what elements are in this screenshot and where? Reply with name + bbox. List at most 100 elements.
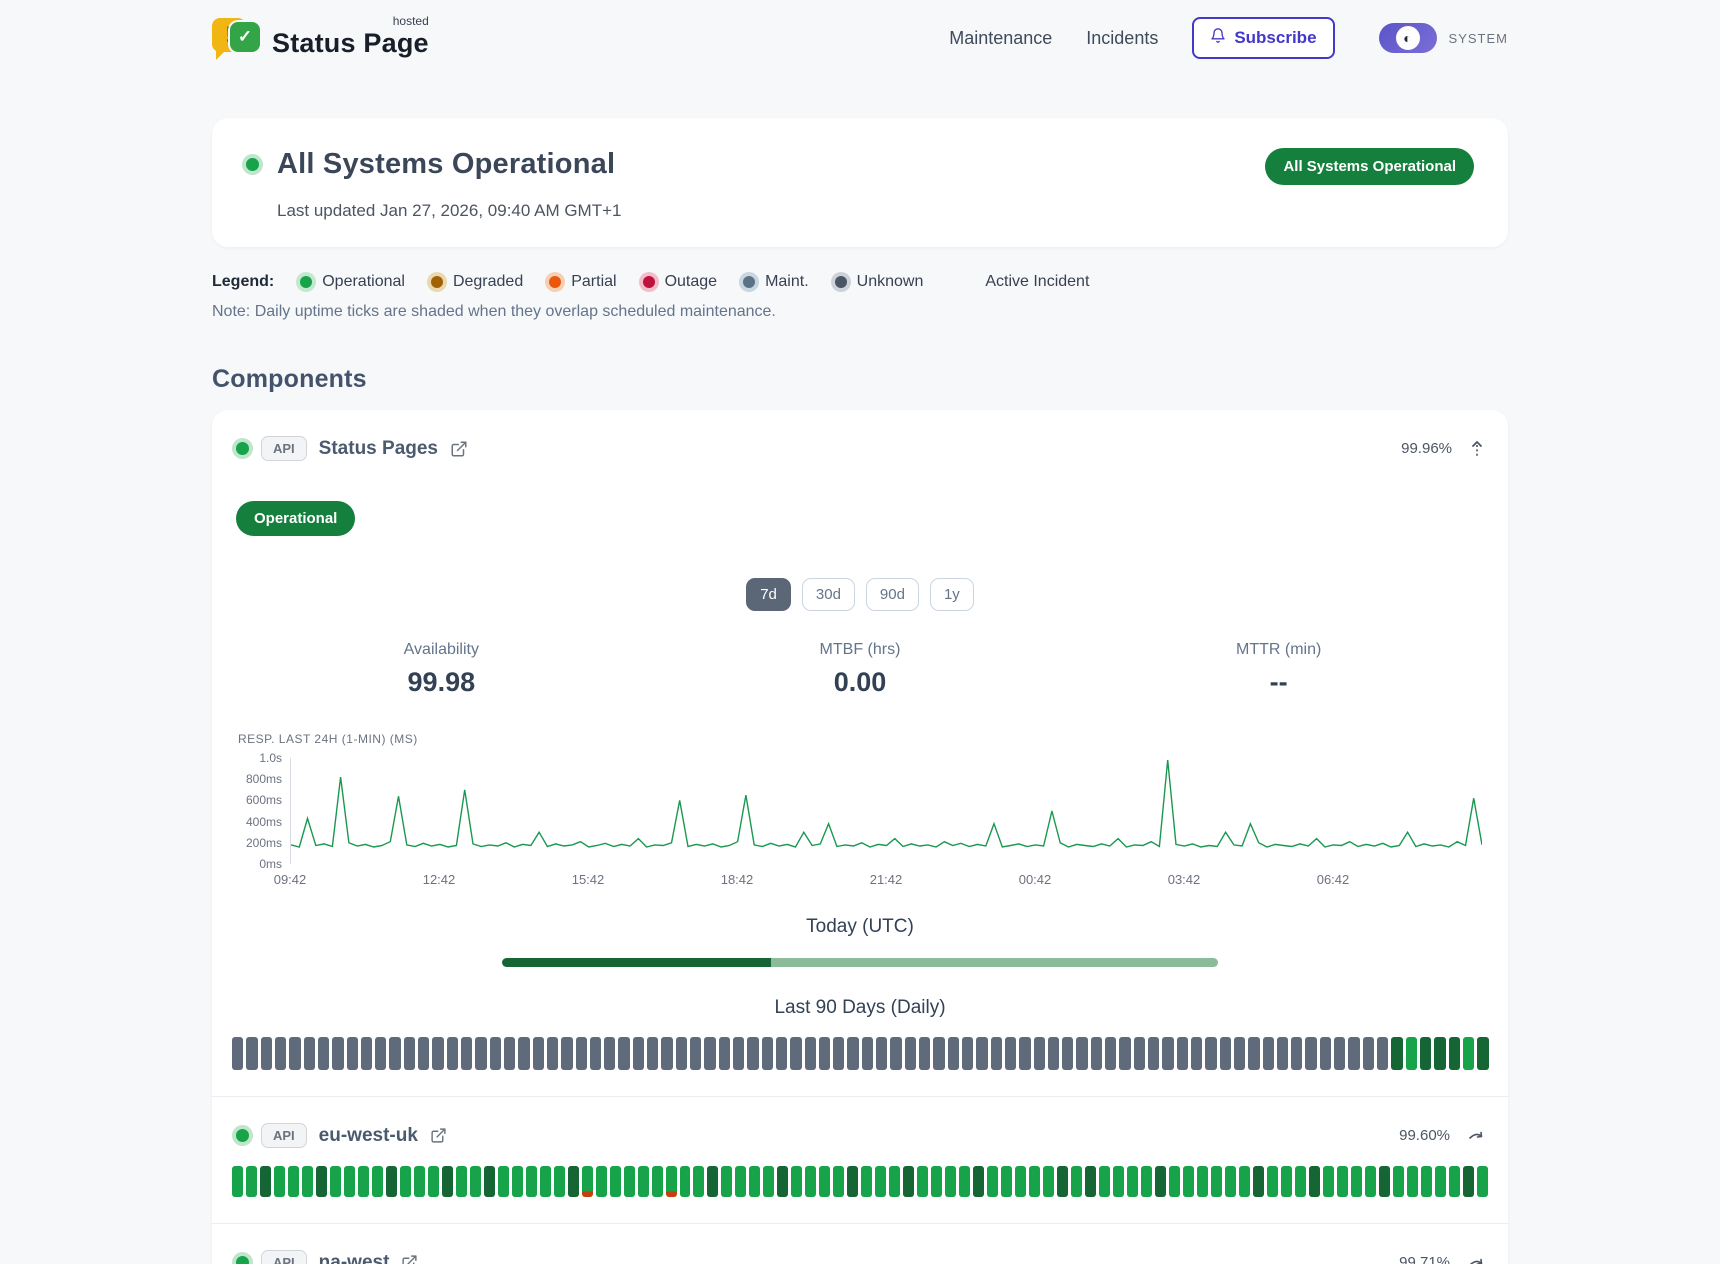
nav-incidents[interactable]: Incidents (1086, 28, 1158, 49)
uptime-tick[interactable] (540, 1166, 551, 1197)
range-button-90d[interactable]: 90d (866, 578, 919, 611)
uptime-tick[interactable] (833, 1166, 844, 1197)
uptime-tick[interactable] (1320, 1037, 1331, 1070)
uptime-tick[interactable] (805, 1037, 816, 1070)
uptime-tick[interactable] (498, 1166, 509, 1197)
uptime-tick[interactable] (456, 1166, 467, 1197)
uptime-tick[interactable] (1449, 1037, 1460, 1070)
uptime-tick[interactable] (819, 1037, 830, 1070)
uptime-tick[interactable] (490, 1037, 501, 1070)
uptime-tick[interactable] (1141, 1166, 1152, 1197)
uptime-tick[interactable] (1263, 1037, 1274, 1070)
uptime-tick[interactable] (347, 1037, 358, 1070)
uptime-tick[interactable] (1291, 1037, 1302, 1070)
uptime-tick[interactable] (847, 1037, 858, 1070)
collapse-arrow-icon[interactable] (1470, 440, 1484, 458)
uptime-tick[interactable] (805, 1166, 816, 1197)
uptime-tick[interactable] (1071, 1166, 1082, 1197)
uptime-tick[interactable] (638, 1166, 649, 1197)
uptime-tick[interactable] (372, 1166, 383, 1197)
uptime-tick[interactable] (512, 1166, 523, 1197)
uptime-tick[interactable] (819, 1166, 830, 1197)
uptime-tick[interactable] (504, 1037, 515, 1070)
uptime-tick[interactable] (330, 1166, 341, 1197)
uptime-tick[interactable] (1177, 1037, 1188, 1070)
uptime-tick[interactable] (666, 1166, 677, 1197)
uptime-tick[interactable] (919, 1037, 930, 1070)
uptime-tick[interactable] (719, 1037, 730, 1070)
uptime-tick[interactable] (1334, 1037, 1345, 1070)
uptime-tick[interactable] (274, 1166, 285, 1197)
uptime-tick[interactable] (791, 1166, 802, 1197)
uptime-tick[interactable] (1295, 1166, 1306, 1197)
uptime-tick[interactable] (432, 1037, 443, 1070)
uptime-tick[interactable] (1421, 1166, 1432, 1197)
uptime-tick[interactable] (733, 1037, 744, 1070)
uptime-tick[interactable] (624, 1166, 635, 1197)
uptime-tick[interactable] (790, 1037, 801, 1070)
uptime-tick[interactable] (1234, 1037, 1245, 1070)
uptime-tick[interactable] (582, 1166, 593, 1197)
nav-maintenance[interactable]: Maintenance (949, 28, 1052, 49)
uptime-tick[interactable] (875, 1166, 886, 1197)
uptime-tick[interactable] (1191, 1037, 1202, 1070)
uptime-tick[interactable] (1148, 1037, 1159, 1070)
uptime-tick[interactable] (554, 1166, 565, 1197)
uptime-tick[interactable] (917, 1166, 928, 1197)
uptime-tick[interactable] (470, 1166, 481, 1197)
uptime-tick[interactable] (404, 1037, 415, 1070)
uptime-tick[interactable] (1449, 1166, 1460, 1197)
uptime-tick[interactable] (1085, 1166, 1096, 1197)
external-link-icon[interactable] (450, 440, 468, 458)
uptime-tick[interactable] (358, 1166, 369, 1197)
uptime-tick[interactable] (1351, 1166, 1362, 1197)
uptime-tick[interactable] (1162, 1037, 1173, 1070)
uptime-tick[interactable] (690, 1037, 701, 1070)
uptime-tick[interactable] (1062, 1037, 1073, 1070)
uptime-tick[interactable] (246, 1037, 257, 1070)
uptime-tick[interactable] (948, 1037, 959, 1070)
external-link-icon[interactable] (401, 1254, 418, 1264)
uptime-tick[interactable] (931, 1166, 942, 1197)
uptime-tick[interactable] (704, 1037, 715, 1070)
uptime-tick[interactable] (518, 1037, 529, 1070)
uptime-tick[interactable] (1113, 1166, 1124, 1197)
uptime-tick[interactable] (1407, 1166, 1418, 1197)
uptime-tick[interactable] (1365, 1166, 1376, 1197)
uptime-tick[interactable] (1005, 1037, 1016, 1070)
uptime-ticks-eu-west-uk[interactable] (232, 1166, 1488, 1197)
uptime-tick[interactable] (1043, 1166, 1054, 1197)
uptime-tick[interactable] (661, 1037, 672, 1070)
uptime-tick[interactable] (1205, 1037, 1216, 1070)
uptime-tick[interactable] (1057, 1166, 1068, 1197)
uptime-tick[interactable] (1019, 1037, 1030, 1070)
uptime-tick[interactable] (847, 1166, 858, 1197)
uptime-tick[interactable] (304, 1037, 315, 1070)
uptime-tick[interactable] (693, 1166, 704, 1197)
uptime-tick[interactable] (1134, 1037, 1145, 1070)
uptime-ticks-status-pages[interactable] (232, 1037, 1488, 1070)
uptime-tick[interactable] (1477, 1037, 1488, 1070)
uptime-tick[interactable] (862, 1037, 873, 1070)
uptime-tick[interactable] (1477, 1166, 1488, 1197)
brand-logo[interactable]: ! ✓ Status Page hosted (212, 16, 429, 60)
uptime-tick[interactable] (526, 1166, 537, 1197)
uptime-tick[interactable] (976, 1037, 987, 1070)
component-name-link[interactable]: Status Pages (319, 438, 438, 460)
uptime-tick[interactable] (707, 1166, 718, 1197)
uptime-tick[interactable] (618, 1037, 629, 1070)
uptime-tick[interactable] (261, 1037, 272, 1070)
uptime-tick[interactable] (776, 1037, 787, 1070)
uptime-tick[interactable] (1183, 1166, 1194, 1197)
uptime-tick[interactable] (428, 1166, 439, 1197)
uptime-tick[interactable] (1420, 1037, 1431, 1070)
uptime-tick[interactable] (1323, 1166, 1334, 1197)
uptime-tick[interactable] (475, 1037, 486, 1070)
range-button-30d[interactable]: 30d (802, 578, 855, 611)
uptime-tick[interactable] (568, 1166, 579, 1197)
uptime-tick[interactable] (1348, 1037, 1359, 1070)
uptime-tick[interactable] (1029, 1166, 1040, 1197)
uptime-tick[interactable] (735, 1166, 746, 1197)
uptime-tick[interactable] (833, 1037, 844, 1070)
uptime-tick[interactable] (596, 1166, 607, 1197)
